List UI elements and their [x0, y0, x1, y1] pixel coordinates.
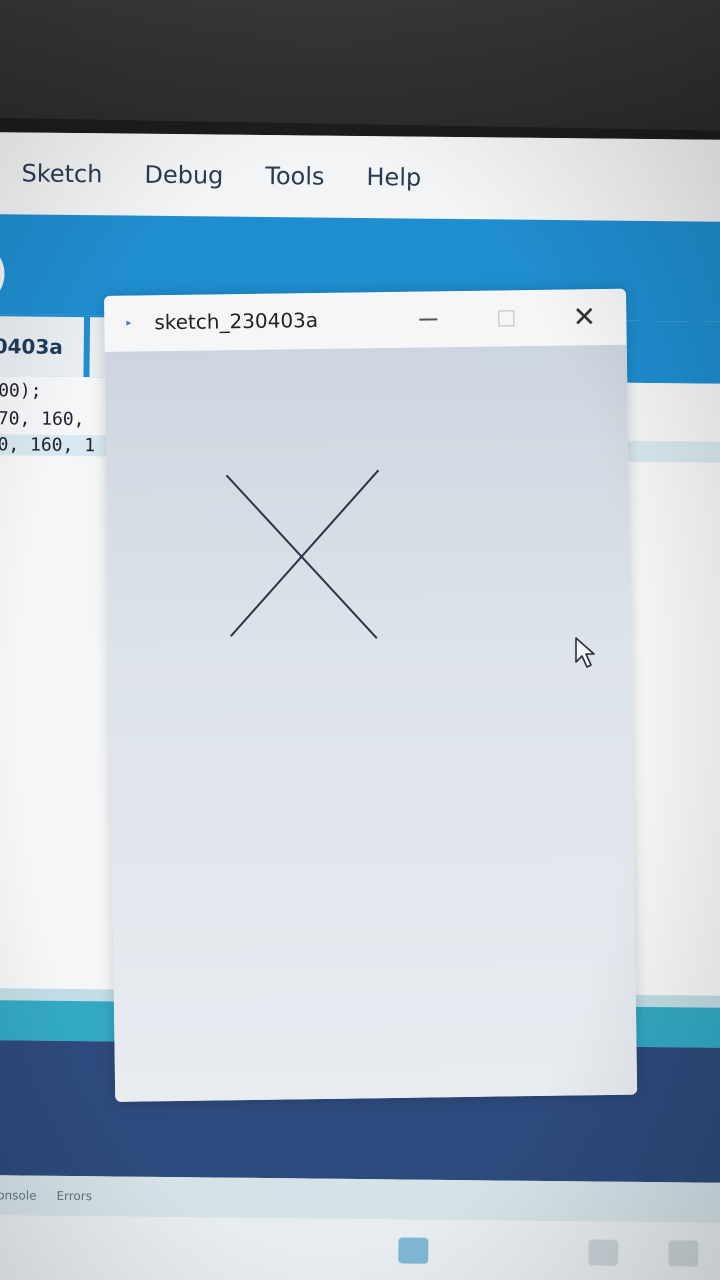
- sketch-drawing: [225, 469, 380, 639]
- menu-tools[interactable]: Tools: [265, 162, 324, 191]
- menu-help[interactable]: Help: [366, 163, 421, 192]
- x-line-2: [230, 469, 380, 637]
- maximize-button[interactable]: [478, 298, 535, 339]
- console-tab[interactable]: Console: [0, 1188, 37, 1202]
- close-icon: ✕: [572, 300, 597, 334]
- room-background: [0, 0, 720, 135]
- minimize-icon: [419, 318, 438, 321]
- sketch-canvas[interactable]: [104, 344, 638, 1102]
- taskbar-icon[interactable]: [398, 1237, 429, 1264]
- close-button[interactable]: ✕: [556, 297, 613, 338]
- taskbar-icon[interactable]: [588, 1239, 619, 1266]
- window-title: sketch_230403a: [154, 308, 319, 335]
- minimize-button[interactable]: [400, 299, 457, 340]
- editor-tab-label: 30403a: [0, 334, 63, 359]
- editor-tab[interactable]: 30403a: [0, 315, 85, 378]
- os-taskbar: [0, 1214, 720, 1280]
- stop-button[interactable]: [0, 241, 5, 307]
- sketch-window: ▸ sketch_230403a ✕: [104, 288, 638, 1102]
- maximize-icon: [498, 310, 515, 327]
- menu-bar: Sketch Debug Tools Help: [0, 132, 720, 223]
- menu-debug[interactable]: Debug: [144, 161, 223, 190]
- mouse-cursor-icon: [575, 637, 595, 668]
- window-titlebar[interactable]: ▸ sketch_230403a ✕: [104, 288, 627, 352]
- errors-tab[interactable]: Errors: [56, 1189, 92, 1203]
- taskbar-icon[interactable]: [668, 1240, 699, 1267]
- code-line: 500);: [0, 380, 42, 402]
- processing-app-icon: ▸: [126, 317, 132, 329]
- menu-sketch[interactable]: Sketch: [21, 159, 102, 188]
- code-line: 170, 160,: [0, 408, 85, 431]
- photo-scene: Sketch Debug Tools Help 30403a 500); 170…: [0, 0, 720, 1280]
